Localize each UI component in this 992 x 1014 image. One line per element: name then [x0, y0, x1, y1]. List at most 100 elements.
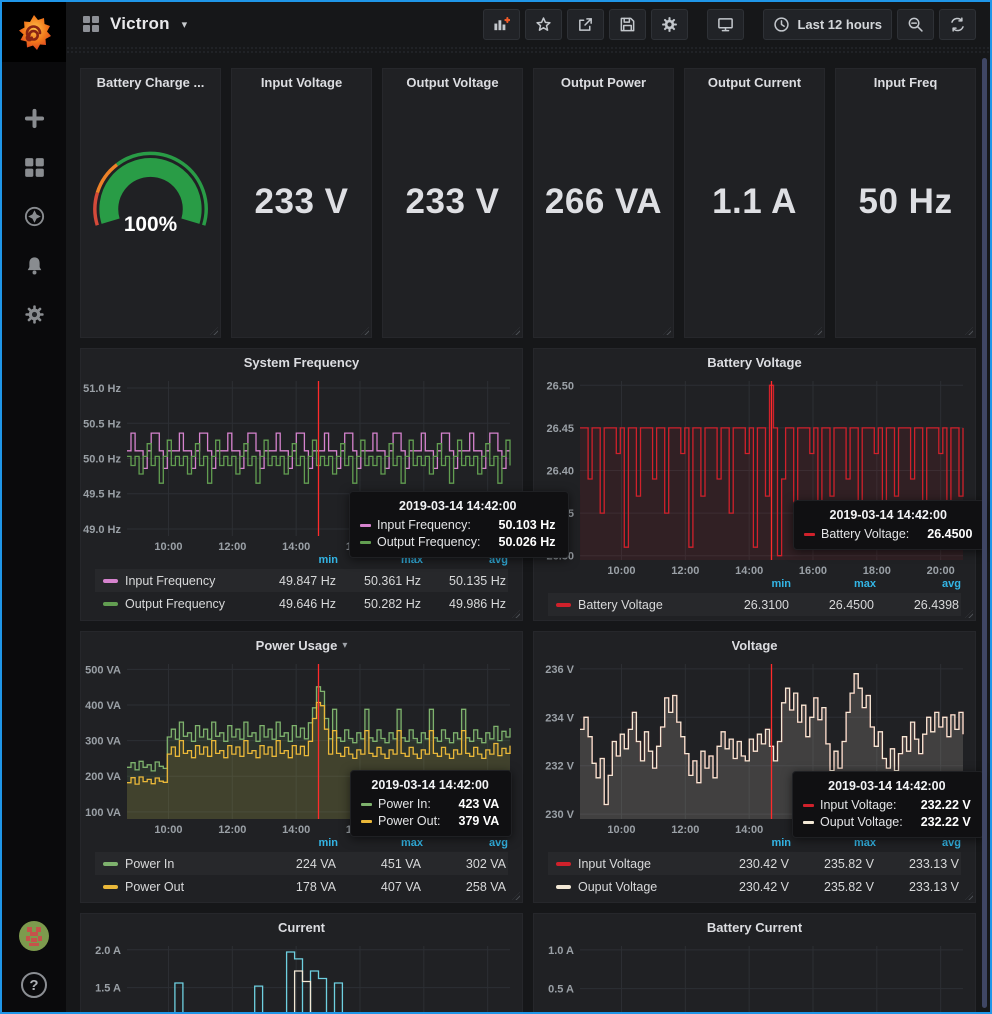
- svg-text:50.0 Hz: 50.0 Hz: [83, 454, 121, 466]
- plus-icon: [24, 108, 45, 134]
- dashboard-title[interactable]: Victron: [110, 14, 170, 34]
- chart-plot[interactable]: 1.0 A0.5 A0 A-0.5 A10:0012:0014:0016:001…: [534, 940, 975, 1012]
- sidebar-item-dashboards[interactable]: [23, 159, 45, 181]
- tooltip-series-value: 232.22 V: [903, 798, 971, 812]
- legend-header-max[interactable]: max: [791, 837, 876, 852]
- panel-resize-handle[interactable]: [210, 327, 218, 335]
- dashboard-settings-button[interactable]: [651, 9, 688, 40]
- svg-text:12:00: 12:00: [218, 824, 246, 836]
- series-name[interactable]: Input Frequency: [125, 574, 251, 588]
- series-color-swatch: [803, 804, 814, 807]
- chart-panel-battery-current: Battery Current 1.0 A0.5 A0 A-0.5 A10:001…: [533, 913, 976, 1012]
- panel-resize-handle[interactable]: [512, 327, 520, 335]
- stat-value: 50 Hz: [836, 182, 975, 222]
- legend-row: Battery Voltage26.310026.450026.4398: [548, 593, 961, 616]
- series-stat-value: 235.82 V: [789, 880, 874, 894]
- panel-resize-handle[interactable]: [965, 327, 973, 335]
- panel-title[interactable]: Power Usage: [256, 638, 338, 653]
- svg-text:50.5 Hz: 50.5 Hz: [83, 418, 121, 430]
- series-name[interactable]: Power In: [125, 857, 251, 871]
- svg-text:26.45: 26.45: [546, 423, 574, 435]
- legend-header-min[interactable]: min: [706, 837, 791, 852]
- panel-title[interactable]: Battery Current: [707, 920, 802, 935]
- series-color-swatch: [103, 579, 118, 583]
- svg-text:16:00: 16:00: [799, 565, 827, 577]
- svg-text:14:00: 14:00: [735, 824, 763, 836]
- tooltip-series-value: 379 VA: [441, 814, 500, 828]
- panel-title[interactable]: Input Freq: [874, 75, 938, 90]
- legend-header-min[interactable]: min: [253, 554, 338, 569]
- panel-title[interactable]: Input Voltage: [261, 75, 342, 90]
- chart-tooltip: 2019-03-14 14:42:00Input Frequency:50.10…: [349, 491, 569, 558]
- chart-tooltip: 2019-03-14 14:42:00Battery Voltage:26.45…: [793, 500, 985, 550]
- tooltip-series-name: Power In:: [378, 797, 431, 811]
- panel-title[interactable]: Battery Voltage: [707, 355, 801, 370]
- sidebar-item-explore[interactable]: [23, 208, 45, 230]
- grafana-logo[interactable]: [2, 2, 66, 62]
- stat-panel-2: Output Voltage233 V: [382, 68, 523, 338]
- panel-header: Voltage: [534, 632, 975, 658]
- panel-menu-caret-icon[interactable]: ▾: [342, 640, 347, 651]
- legend-header-avg[interactable]: avg: [876, 837, 961, 852]
- legend-header-avg[interactable]: avg: [423, 837, 508, 852]
- help-icon[interactable]: ?: [21, 972, 47, 998]
- panel-title[interactable]: System Frequency: [244, 355, 360, 370]
- grafana-window: ? Victron ▾ Last 12 hours Battery Charge…: [0, 0, 992, 1014]
- vertical-scrollbar[interactable]: [982, 58, 987, 1008]
- sidebar-item-configuration[interactable]: [23, 306, 45, 328]
- battery-charge-gauge: 100%: [81, 147, 220, 259]
- series-stat-value: 49.986 Hz: [421, 597, 506, 611]
- tooltip-timestamp: 2019-03-14 14:42:00: [361, 778, 499, 792]
- zoom-out-time-range-button[interactable]: [897, 9, 934, 40]
- tooltip-series-name: Input Voltage:: [820, 798, 896, 812]
- svg-text:49.5 Hz: 49.5 Hz: [83, 489, 121, 501]
- mark-favorite-button[interactable]: [525, 9, 562, 40]
- svg-text:10:00: 10:00: [154, 541, 182, 553]
- tooltip-series-row: Input Voltage: 232.22 V: [803, 798, 971, 812]
- series-stat-value: 233.13 V: [874, 880, 959, 894]
- legend-header-min[interactable]: min: [706, 578, 791, 593]
- panel-title[interactable]: Current: [278, 920, 325, 935]
- sidebar-item-alerting[interactable]: [23, 257, 45, 279]
- svg-text:10:00: 10:00: [154, 824, 182, 836]
- svg-text:0.5 A: 0.5 A: [548, 984, 574, 996]
- user-avatar[interactable]: [19, 921, 49, 956]
- panel-resize-handle[interactable]: [663, 327, 671, 335]
- chart-plot[interactable]: 2.0 A1.5 A1.0 A0.5 A10:0012:0014:0016:00…: [81, 940, 522, 1012]
- series-color-swatch: [556, 603, 571, 607]
- sidebar-item-create[interactable]: [23, 110, 45, 132]
- series-stat-value: 230.42 V: [704, 880, 789, 894]
- panel-title[interactable]: Battery Charge ...: [97, 75, 205, 90]
- panel-title[interactable]: Output Power: [561, 75, 646, 90]
- series-name[interactable]: Ouput Voltage: [578, 880, 704, 894]
- legend-header-min[interactable]: min: [253, 837, 338, 852]
- series-color-swatch: [103, 862, 118, 866]
- chart-tooltip: 2019-03-14 14:42:00Input Voltage:232.22 …: [792, 771, 984, 838]
- panel-resize-handle[interactable]: [361, 327, 369, 335]
- panel-header: Output Power: [534, 69, 673, 95]
- legend-header-max[interactable]: max: [791, 578, 876, 593]
- series-name[interactable]: Power Out: [125, 880, 251, 894]
- series-name[interactable]: Input Voltage: [578, 857, 704, 871]
- save-dashboard-button[interactable]: [609, 9, 646, 40]
- panel-title[interactable]: Voltage: [732, 638, 778, 653]
- share-icon: [577, 16, 594, 33]
- share-dashboard-button[interactable]: [567, 9, 604, 40]
- legend-header-avg[interactable]: avg: [876, 578, 961, 593]
- svg-text:49.0 Hz: 49.0 Hz: [83, 524, 121, 536]
- legend-header-max[interactable]: max: [338, 837, 423, 852]
- tooltip-series-row: Ouput Voltage:232.22 V: [803, 815, 971, 829]
- legend-row: Input Frequency49.847 Hz50.361 Hz50.135 …: [95, 569, 508, 592]
- add-panel-button[interactable]: [483, 9, 520, 40]
- series-stat-value: 49.847 Hz: [251, 574, 336, 588]
- panel-resize-handle[interactable]: [814, 327, 822, 335]
- panel-title[interactable]: Output Current: [708, 75, 801, 90]
- panel-title[interactable]: Output Voltage: [406, 75, 498, 90]
- tooltip-series-name: Battery Voltage:: [821, 527, 909, 541]
- refresh-dashboard-button[interactable]: [939, 9, 976, 40]
- chevron-down-icon[interactable]: ▾: [182, 18, 188, 31]
- series-name[interactable]: Battery Voltage: [578, 598, 704, 612]
- time-range-picker-button[interactable]: Last 12 hours: [763, 9, 892, 40]
- series-name[interactable]: Output Frequency: [125, 597, 251, 611]
- cycle-view-mode-button[interactable]: [707, 9, 744, 40]
